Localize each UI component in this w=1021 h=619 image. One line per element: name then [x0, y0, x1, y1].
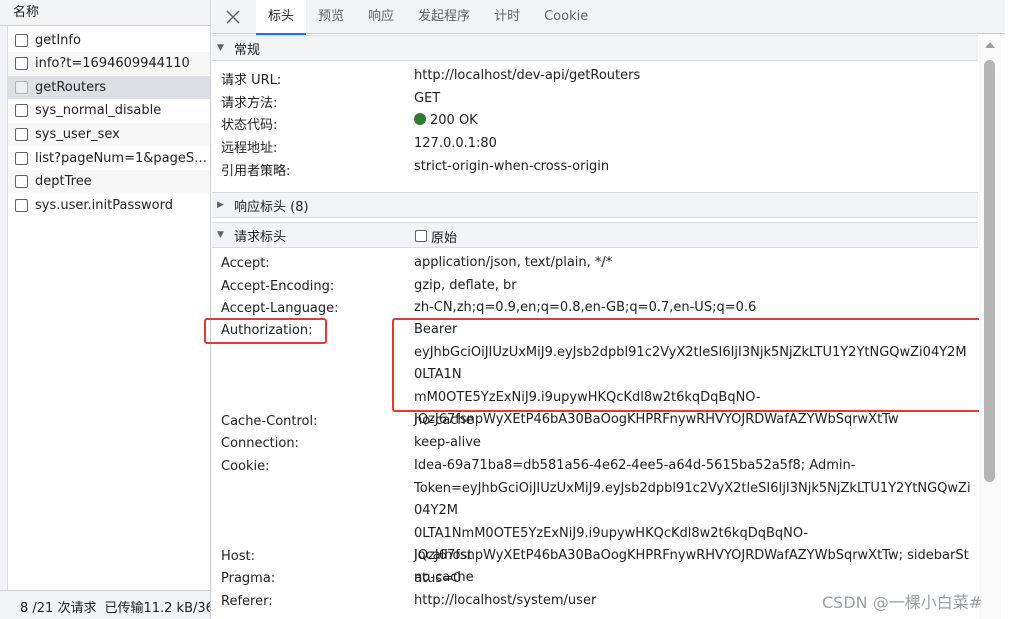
detail-tab-bar: 标头 预览 响应 发起程序 计时 Cookie: [212, 0, 1005, 35]
request-name: deptTree: [35, 174, 92, 189]
general-key: 状态代码:: [221, 118, 278, 133]
tab-timing[interactable]: 计时: [482, 0, 532, 34]
header-key: Accept-Language:: [221, 301, 339, 316]
request-checkbox[interactable]: [15, 81, 28, 94]
name-column-header[interactable]: 名称: [0, 0, 210, 26]
watermark: CSDN @一棵小白菜#: [822, 593, 983, 612]
transferred-size: 已传输11.2 kB/36.: [104, 601, 210, 616]
request-row-list[interactable]: list?pageNum=1&pageSiz...: [8, 147, 210, 170]
status-ok-dot-icon: [414, 113, 426, 125]
referrer-policy-value: strict-origin-when-cross-origin: [414, 159, 610, 174]
request-checkbox[interactable]: [15, 57, 28, 70]
accept-encoding-value: gzip, deflate, br: [414, 278, 517, 293]
request-count: 8 /21 次请求: [20, 601, 97, 616]
response-headers-section-header[interactable]: ▶ 响应标头 (8): [212, 192, 978, 218]
request-row-getrouters[interactable]: getRouters: [8, 76, 210, 99]
scrollbar-thumb[interactable]: [984, 60, 995, 482]
section-title: 请求标头: [234, 229, 287, 245]
request-name: sys_normal_disable: [35, 103, 162, 118]
header-key: Cookie:: [221, 459, 270, 474]
host-value: localhost: [414, 548, 473, 563]
header-key: Pragma:: [221, 571, 276, 586]
request-name: sys.user.initPassword: [35, 198, 173, 213]
request-name: list?pageNum=1&pageSiz...: [35, 151, 210, 166]
header-key: Accept-Encoding:: [221, 279, 335, 294]
close-icon[interactable]: [218, 2, 248, 32]
cookie-line: Token=eyJhbGciOiJIUzUxMiJ9.eyJsb2dpbl91c…: [414, 480, 971, 519]
request-checkbox[interactable]: [15, 128, 28, 141]
connection-value: keep-alive: [414, 435, 481, 450]
general-key: 请求 URL:: [221, 73, 282, 88]
header-key: Referer:: [221, 594, 273, 609]
cookie-line: 0LTA1NmM0OTE5YzExNiJ9.i9upywHKQcKdl8w2t6…: [414, 525, 809, 541]
expanded-triangle-icon: ▼: [217, 230, 224, 240]
accept-language-value: zh-CN,zh;q=0.9,en;q=0.8,en-GB;q=0.7,en-U…: [414, 300, 757, 315]
status-code-text: 200 OK: [430, 113, 478, 128]
tab-preview[interactable]: 预览: [306, 0, 356, 34]
network-status-bar: 8 /21 次请求 已传输11.2 kB/36.: [0, 590, 210, 619]
collapsed-triangle-icon: ▶: [217, 200, 224, 210]
general-section-header[interactable]: ▼ 常规: [212, 35, 978, 61]
request-row-info[interactable]: info?t=1694609944110: [8, 52, 210, 75]
request-name: info?t=1694609944110: [35, 56, 190, 71]
section-title: 常规: [234, 42, 261, 58]
header-key: Accept:: [221, 256, 270, 271]
general-key: 请求方法:: [221, 96, 278, 111]
request-checkbox[interactable]: [15, 104, 28, 117]
scroll-up-arrow-icon[interactable]: [985, 42, 995, 48]
request-method-value: GET: [414, 91, 441, 106]
pragma-value: no-cache: [414, 570, 474, 585]
request-name: getInfo: [35, 33, 81, 48]
section-title: 响应标头 (8): [234, 199, 309, 215]
cookie-line: Idea-69a71ba8=db581a56-4e62-4ee5-a64d-56…: [414, 458, 856, 473]
general-key: 远程地址:: [221, 141, 278, 156]
request-row-init-password[interactable]: sys.user.initPassword: [8, 194, 210, 217]
request-name: sys_user_sex: [35, 127, 120, 142]
authorization-key: Authorization:: [221, 323, 313, 338]
tab-initiator[interactable]: 发起程序: [406, 0, 482, 34]
raw-label: 原始: [431, 230, 458, 246]
request-row-getinfo[interactable]: getInfo: [8, 29, 210, 52]
authorization-line: mM0OTE5YzExNiJ9.i9upywHKQcKdl8w2t6kqDqBq…: [414, 389, 761, 405]
cache-control-value: no-cache: [414, 413, 474, 428]
request-row-sys-user-sex[interactable]: sys_user_sex: [8, 123, 210, 146]
request-checkbox[interactable]: [15, 34, 28, 47]
request-checkbox[interactable]: [15, 175, 28, 188]
header-key: Connection:: [221, 436, 299, 451]
authorization-line: eyJhbGciOiJIUzUxMiJ9.eyJsb2dpbl91c2VyX2t…: [414, 344, 967, 383]
header-key: Host:: [221, 549, 255, 564]
request-name: getRouters: [35, 80, 107, 95]
status-code-value: 200 OK: [414, 110, 974, 133]
tab-cookies[interactable]: Cookie: [532, 0, 600, 34]
raw-headers-toggle[interactable]: 原始: [415, 223, 457, 249]
tab-response[interactable]: 响应: [356, 0, 406, 34]
request-checkbox[interactable]: [15, 152, 28, 165]
accept-value: application/json, text/plain, */*: [414, 255, 613, 270]
tab-headers[interactable]: 标头: [256, 0, 307, 35]
request-checkbox[interactable]: [15, 199, 28, 212]
remote-address-value: 127.0.0.1:80: [414, 136, 497, 151]
authorization-line: Bearer: [414, 322, 458, 337]
expanded-triangle-icon: ▼: [217, 43, 224, 53]
raw-checkbox[interactable]: [415, 230, 427, 242]
request-row-depttree[interactable]: deptTree: [8, 170, 210, 193]
request-url-value: http://localhost/dev-api/getRouters: [414, 68, 641, 83]
request-list-pane: 名称 getInfo info?t=1694609944110 getRoute…: [0, 0, 211, 619]
request-headers-section-header[interactable]: ▼ 请求标头 原始: [212, 222, 978, 248]
list-gutter: [0, 26, 8, 591]
request-row-sys-normal-disable[interactable]: sys_normal_disable: [8, 99, 210, 122]
header-key: Cache-Control:: [221, 414, 318, 429]
general-key: 引用者策略:: [221, 164, 291, 179]
